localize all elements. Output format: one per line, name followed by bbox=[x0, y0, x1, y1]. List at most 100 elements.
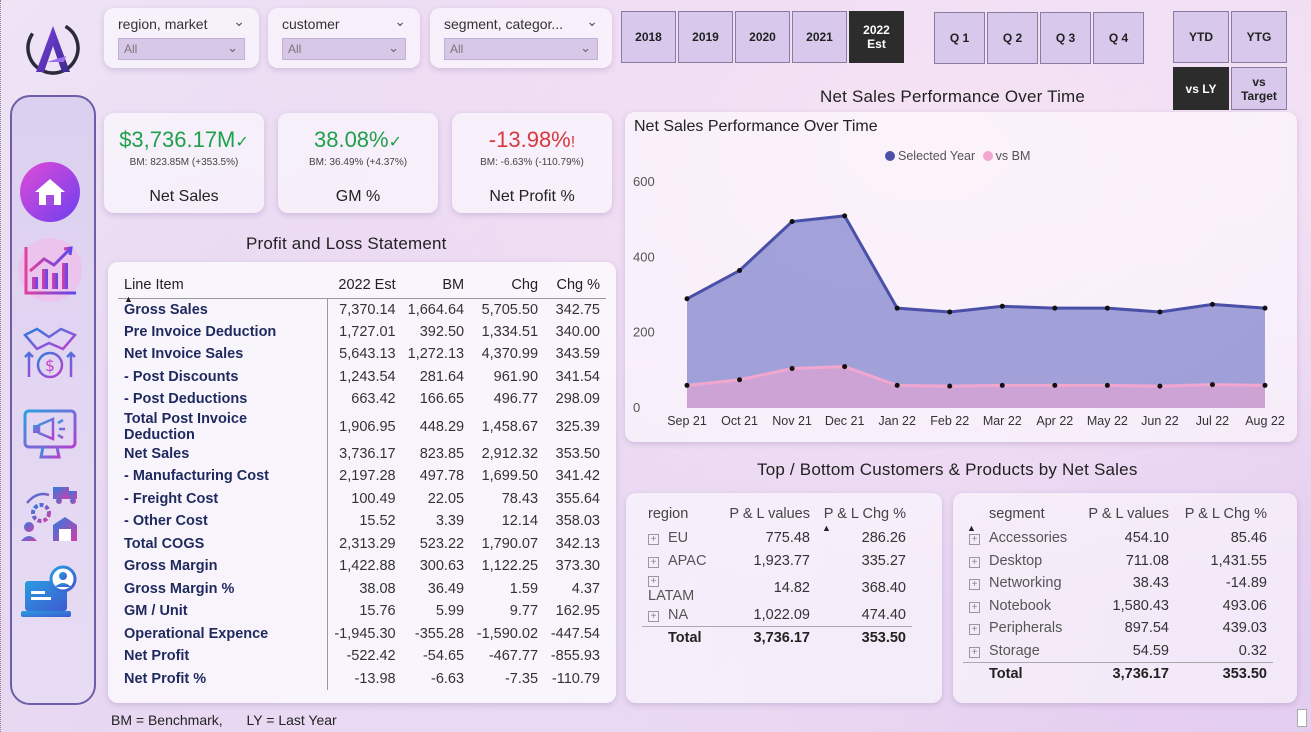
home-icon[interactable] bbox=[18, 160, 82, 224]
year-button-2021[interactable]: 2021 bbox=[792, 11, 847, 63]
value-cell: 1,906.95 bbox=[339, 418, 396, 435]
marketing-monitor-icon[interactable] bbox=[18, 402, 82, 466]
left-edge-guide bbox=[0, 0, 1, 732]
vs-target-button[interactable]: vs Target bbox=[1231, 67, 1287, 110]
table-row[interactable]: - Freight Cost 100.49 22.05 78.43 355.64 bbox=[118, 487, 606, 510]
table-row[interactable]: + Notebook 1,580.43 493.06 bbox=[963, 595, 1273, 618]
quarter-button-q1[interactable]: Q 1 bbox=[934, 12, 985, 64]
category-cell: + Peripherals bbox=[963, 617, 1075, 640]
table-row[interactable]: Net Profit -522.42 -54.65 -467.77 -855.93 bbox=[118, 645, 606, 668]
column-header[interactable]: BM bbox=[402, 272, 470, 298]
category-cell: + Notebook bbox=[963, 595, 1075, 618]
value-cell: 2,197.28 bbox=[339, 468, 396, 485]
handshake-money-icon[interactable]: $ bbox=[18, 320, 82, 384]
expand-icon[interactable]: + bbox=[969, 579, 980, 591]
value-cell: 1,790.07 bbox=[481, 535, 539, 552]
expand-icon[interactable]: + bbox=[648, 611, 659, 622]
value-cell: 12.14 bbox=[501, 513, 539, 530]
total-value: 3,736.17 bbox=[716, 626, 816, 649]
expand-icon[interactable]: + bbox=[969, 601, 980, 613]
ytg-button[interactable]: YTG bbox=[1231, 11, 1287, 63]
table-row[interactable]: + Peripherals 897.54 439.03 bbox=[963, 617, 1273, 640]
column-header[interactable]: P & L values bbox=[716, 501, 816, 527]
expand-icon[interactable]: + bbox=[969, 646, 980, 658]
value-cell: 14.82 bbox=[773, 580, 810, 596]
table-row[interactable]: Total Post Invoice Deduction 1,906.95 448.… bbox=[118, 410, 606, 443]
expand-icon[interactable]: + bbox=[648, 534, 659, 546]
value-cell: 493.06 bbox=[1222, 597, 1267, 614]
column-header[interactable]: Chg bbox=[470, 272, 544, 298]
slicer-customer[interactable]: customer ⌄ All ⌄ bbox=[268, 8, 420, 68]
year-button-2022-est[interactable]: 2022 Est bbox=[849, 11, 904, 63]
supply-chain-icon[interactable] bbox=[18, 482, 82, 546]
table-row[interactable]: + APAC 1,923.77 335.27 bbox=[642, 550, 912, 573]
table-row[interactable]: Gross Margin 1,422.88 300.63 1,122.25 373.30 bbox=[118, 555, 606, 578]
value-cell: 3.39 bbox=[435, 513, 465, 530]
table-row[interactable]: Operational Expence -1,945.30 -355.28 -1,59… bbox=[118, 622, 606, 645]
vs-ly-button[interactable]: vs LY bbox=[1173, 67, 1229, 110]
column-header[interactable]: P & L values bbox=[1075, 501, 1175, 527]
slicer-region-market[interactable]: region, market ⌄ All ⌄ bbox=[104, 8, 259, 68]
table-row[interactable]: Net Invoice Sales 5,643.13 1,272.13 4,370.9… bbox=[118, 343, 606, 366]
column-header[interactable]: P & L Chg % ▲ bbox=[816, 501, 912, 533]
pl-table-card: Line Item ▲ 2022 Est BM Chg Chg % Gross … bbox=[108, 262, 616, 703]
table-row[interactable]: + Accessories 454.10 85.46 bbox=[963, 527, 1273, 550]
expand-icon[interactable]: + bbox=[648, 576, 659, 587]
table-row[interactable]: + NA 1,022.09 474.40 bbox=[642, 604, 912, 627]
column-header[interactable]: 2022 Est bbox=[328, 272, 402, 298]
total-value: 3,736.17 bbox=[1075, 661, 1175, 685]
chevron-down-icon[interactable]: ⌄ bbox=[233, 13, 245, 30]
slicer-segment-category[interactable]: segment, categor... ⌄ All ⌄ bbox=[430, 8, 612, 68]
chevron-down-icon[interactable]: ⌄ bbox=[394, 13, 406, 30]
line-item-cell: Net Invoice Sales bbox=[118, 343, 329, 366]
customer-support-icon[interactable] bbox=[18, 562, 82, 626]
table-row[interactable]: +LATAM 14.82 368.40 bbox=[642, 572, 912, 604]
column-header[interactable]: region bbox=[642, 501, 716, 527]
year-button-2019[interactable]: 2019 bbox=[678, 11, 733, 63]
slicer-dropdown[interactable]: All ⌄ bbox=[282, 38, 406, 60]
slicer-dropdown[interactable]: All ⌄ bbox=[118, 38, 245, 60]
table-row[interactable]: + EU 775.48 286.26 bbox=[642, 527, 912, 550]
table-row[interactable]: Gross Sales 7,370.14 1,664.64 5,705.50 342.7… bbox=[118, 297, 606, 321]
table-row[interactable]: + Storage 54.59 0.32 bbox=[963, 640, 1273, 663]
table-row[interactable]: GM / Unit 15.76 5.99 9.77 162.95 bbox=[118, 600, 606, 623]
quarter-button-q2[interactable]: Q 2 bbox=[987, 12, 1038, 64]
table-row[interactable]: + Desktop 711.08 1,431.55 bbox=[963, 550, 1273, 573]
analytics-icon[interactable] bbox=[18, 238, 82, 302]
table-row[interactable]: Gross Margin % 38.08 36.49 1.59 4.37 bbox=[118, 577, 606, 600]
value-cell: 496.77 bbox=[493, 391, 539, 408]
quarter-button-q3[interactable]: Q 3 bbox=[1040, 12, 1091, 64]
table-row[interactable]: - Post Deductions 663.42 166.65 496.77 298.0… bbox=[118, 388, 606, 411]
table-row[interactable]: - Other Cost 15.52 3.39 12.14 358.03 bbox=[118, 510, 606, 533]
table-row[interactable]: + Networking 38.43 -14.89 bbox=[963, 572, 1273, 595]
expand-icon[interactable]: + bbox=[648, 556, 659, 568]
pl-section-title: Profit and Loss Statement bbox=[246, 234, 447, 253]
column-header[interactable]: ▲ segment bbox=[963, 501, 1075, 533]
table-row[interactable]: Net Sales 3,736.17 823.85 2,912.32 353.50 bbox=[118, 442, 606, 465]
year-button-2018[interactable]: 2018 bbox=[621, 11, 676, 63]
value-cell: 166.65 bbox=[419, 391, 465, 408]
column-header[interactable]: P & L Chg % bbox=[1175, 501, 1273, 527]
table-row[interactable]: Pre Invoice Deduction 1,727.01 392.50 1,334… bbox=[118, 320, 606, 343]
slicer-dropdown[interactable]: All ⌄ bbox=[444, 38, 598, 60]
line-item-cell: - Post Discounts bbox=[118, 365, 329, 388]
table-row[interactable]: - Manufacturing Cost 2,197.28 497.78 1,699.… bbox=[118, 465, 606, 488]
chevron-down-icon[interactable]: ⌄ bbox=[586, 13, 598, 30]
year-button-2020[interactable]: 2020 bbox=[735, 11, 790, 63]
expand-icon[interactable]: + bbox=[969, 556, 980, 568]
data-point bbox=[947, 309, 953, 315]
x-tick-label: Feb 22 bbox=[930, 414, 969, 428]
value-cell: 454.10 bbox=[1124, 530, 1169, 547]
expand-icon[interactable]: + bbox=[969, 624, 980, 636]
ytd-button[interactable]: YTD bbox=[1173, 11, 1229, 63]
value-cell: 4,370.99 bbox=[481, 346, 539, 363]
table-row[interactable]: - Post Discounts 1,243.54 281.64 961.90 341.… bbox=[118, 365, 606, 388]
table-row[interactable]: Net Profit % -13.98 -6.63 -7.35 -110.79 bbox=[118, 667, 606, 690]
column-header[interactable]: Chg % bbox=[544, 272, 606, 298]
expand-icon[interactable]: + bbox=[969, 534, 980, 546]
column-header[interactable]: Line Item ▲ bbox=[118, 272, 328, 304]
resize-handle[interactable] bbox=[1297, 709, 1307, 727]
quarter-button-q4[interactable]: Q 4 bbox=[1093, 12, 1144, 64]
value-cell: 775.48 bbox=[765, 530, 810, 547]
table-row[interactable]: Total COGS 2,313.29 523.22 1,790.07 342.13 bbox=[118, 532, 606, 555]
